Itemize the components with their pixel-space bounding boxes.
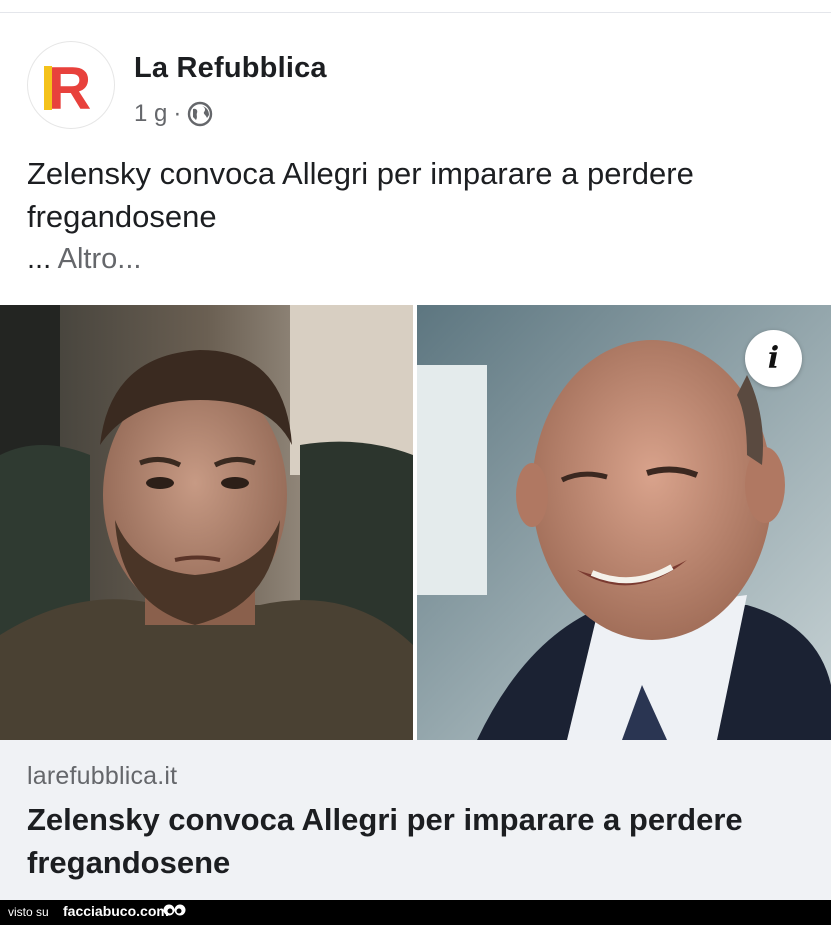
photo-zelensky[interactable] xyxy=(0,305,413,740)
page-avatar[interactable]: R xyxy=(27,41,115,129)
watermark-bar: visto su facciabuco.com xyxy=(0,900,831,925)
globe-icon[interactable] xyxy=(187,101,213,127)
meta-separator: · xyxy=(173,100,182,127)
link-domain: larefubblica.it xyxy=(27,762,178,790)
watermark-prefix: visto su xyxy=(8,905,49,919)
link-preview[interactable]: larefubblica.it Zelensky convoca Allegri… xyxy=(0,740,831,900)
see-more-link[interactable]: Altro... xyxy=(58,243,142,275)
info-button[interactable]: i xyxy=(745,330,802,387)
post-meta: 1 g · xyxy=(134,100,213,128)
more-dots: ... xyxy=(27,243,52,275)
post-photo[interactable] xyxy=(0,305,831,740)
post-time[interactable]: 1 g xyxy=(134,100,167,128)
zelensky-image xyxy=(0,305,413,740)
info-icon: i xyxy=(767,341,780,376)
eyes-icon xyxy=(163,904,186,916)
page-name[interactable]: La Refubblica xyxy=(134,52,327,85)
logo-letter: R xyxy=(48,55,91,118)
refubblica-logo: R xyxy=(44,55,91,118)
link-title[interactable]: Zelensky convoca Allegri per imparare a … xyxy=(27,798,817,884)
top-divider xyxy=(0,12,831,13)
watermark-site: facciabuco.com xyxy=(63,903,169,919)
post-text: Zelensky convoca Allegri per imparare a … xyxy=(27,156,694,234)
see-more[interactable]: ... Altro... xyxy=(27,243,141,276)
